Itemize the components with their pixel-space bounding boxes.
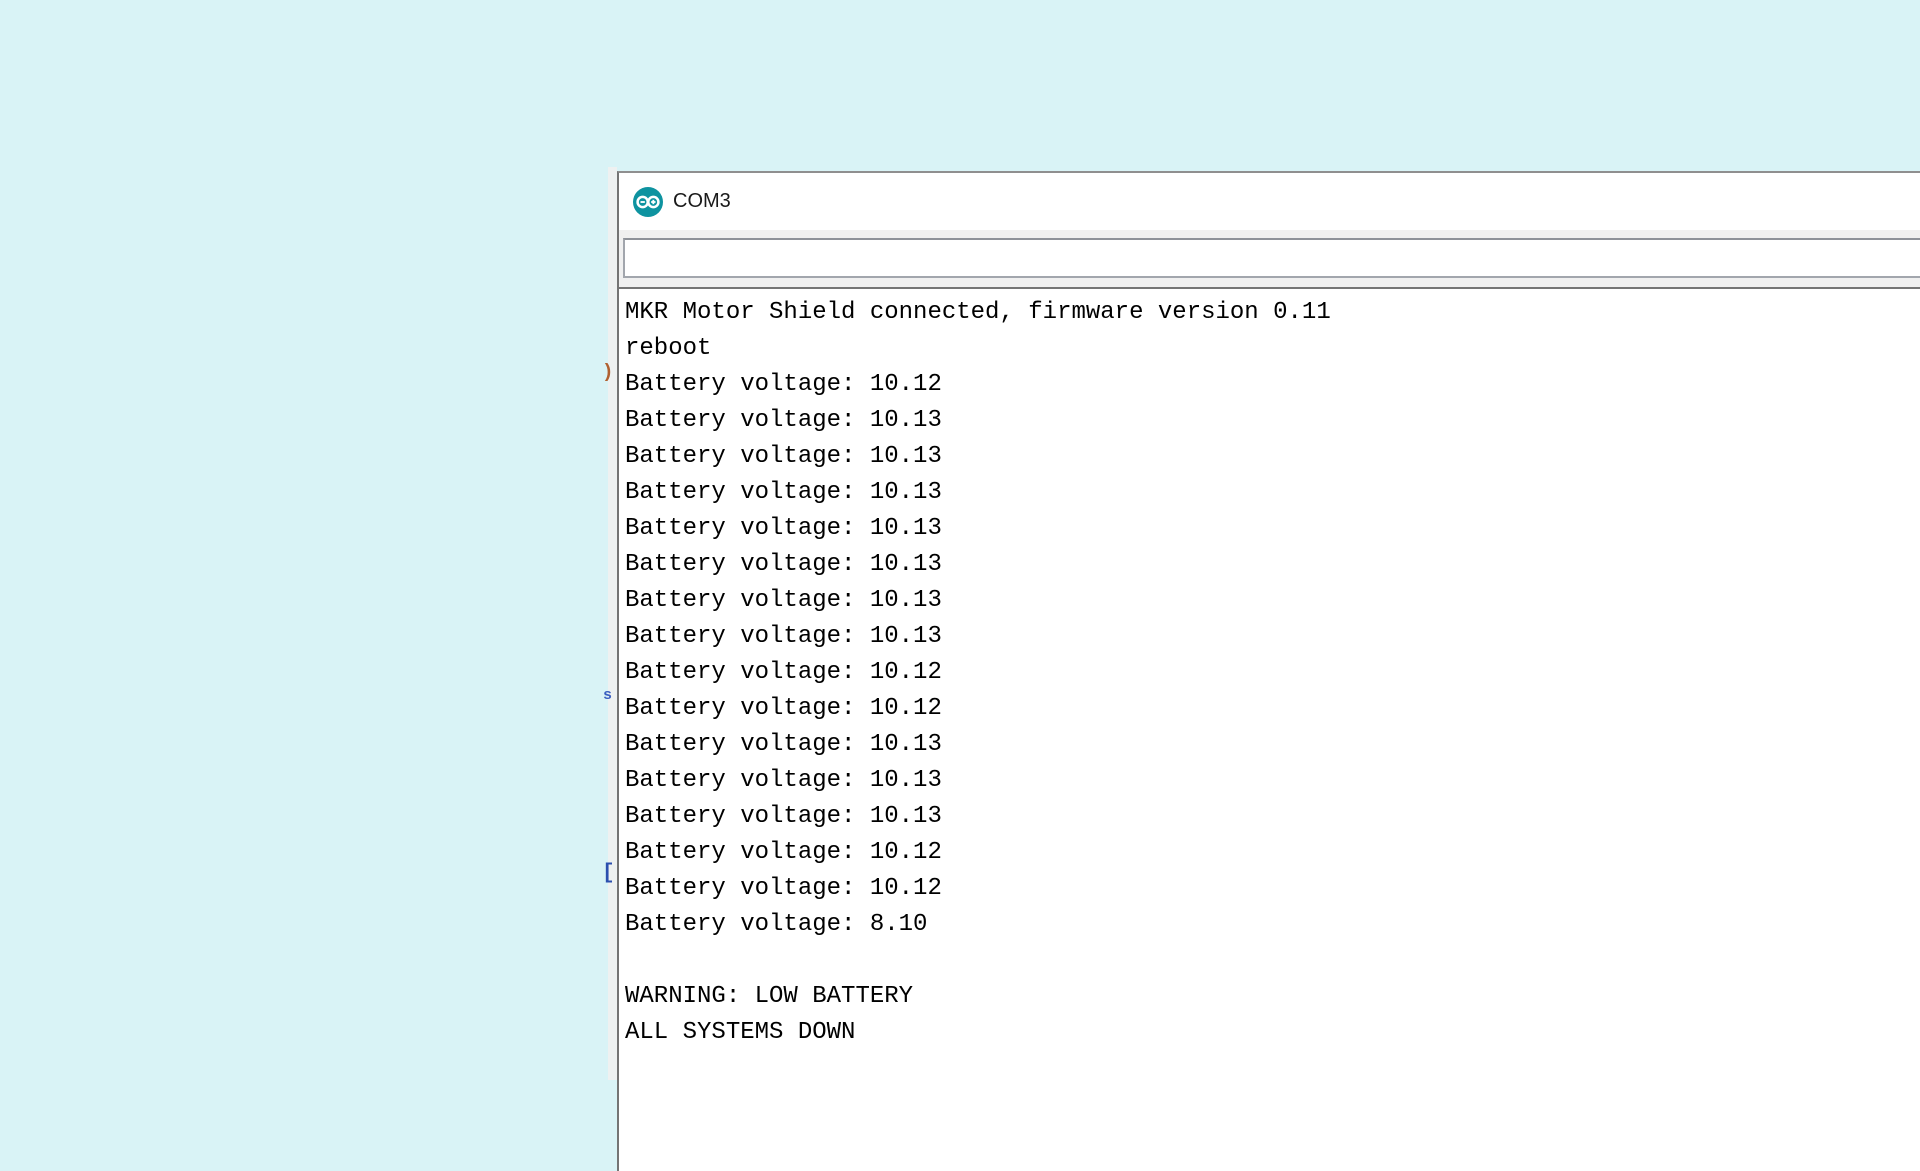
window-title: COM3 bbox=[673, 190, 731, 213]
occluded-window-edge bbox=[608, 167, 617, 1080]
background-text-fragment: [ bbox=[602, 862, 615, 885]
serial-output-area[interactable]: MKR Motor Shield connected, firmware ver… bbox=[619, 287, 1920, 1171]
background-text-fragment: s bbox=[603, 687, 612, 704]
arduino-logo-icon bbox=[633, 187, 663, 217]
serial-output-text: MKR Motor Shield connected, firmware ver… bbox=[625, 295, 1920, 1051]
window-titlebar[interactable]: COM3 bbox=[619, 173, 1920, 230]
desktop-background: { "window": { "title": "COM3", "icon": "… bbox=[0, 0, 1920, 1080]
background-text-fragment: ) bbox=[602, 361, 613, 383]
serial-send-input[interactable] bbox=[623, 238, 1920, 278]
send-toolbar bbox=[619, 230, 1920, 287]
serial-monitor-window: COM3 MKR Motor Shield connected, firmwar… bbox=[617, 171, 1920, 1171]
